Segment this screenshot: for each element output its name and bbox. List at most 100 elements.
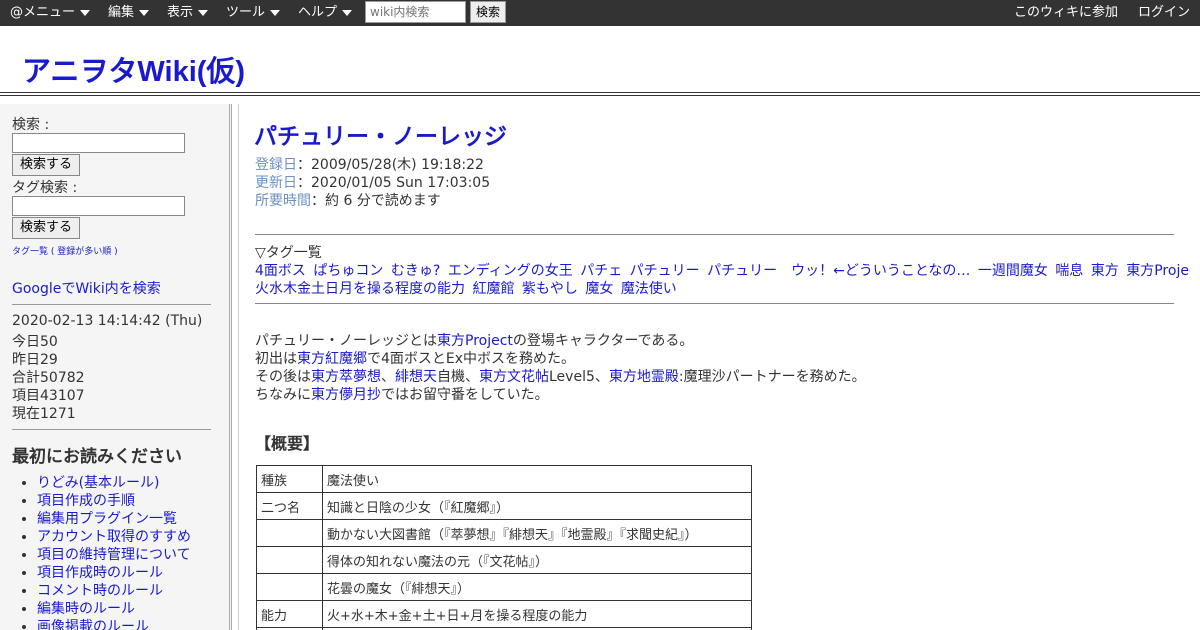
main-content: パチュリー・ノーレッジ 登録日：2009/05/28(木) 19:18:22 更… [238, 104, 1190, 630]
wiki-search-button[interactable]: 検索 [470, 1, 506, 23]
article-link[interactable]: 東方文花帖 [479, 369, 549, 385]
article-link[interactable]: 東方紅魔郷 [297, 351, 367, 367]
tag-link[interactable]: パチェ [580, 263, 622, 279]
list-item: りどみ(基本ルール) [37, 474, 191, 492]
divider [12, 429, 211, 430]
divider [12, 304, 211, 305]
tag-search-input[interactable] [12, 196, 185, 216]
article-link[interactable]: 東方地霊殿 [609, 369, 679, 385]
table-cell: 花曇の魔女（『緋想天』） [322, 573, 752, 601]
sidebar-search-input[interactable] [12, 133, 185, 153]
read-first-link[interactable]: りどみ(基本ルール) [37, 475, 160, 491]
tag-link[interactable]: 火水木金土日月を操る程度の能力 [255, 281, 465, 297]
read-first-link[interactable]: アカウント取得のすすめ [37, 529, 191, 545]
tag-link[interactable]: 喘息 [1055, 263, 1083, 279]
table-cell: 種族 [256, 465, 323, 493]
overview-heading: 【概要】 [255, 434, 320, 453]
table-cell: 知識と日陰の少女（『紅魔郷』） [322, 492, 752, 520]
top-menu-bar: @メニュー 編集 表示 ツール ヘルプ 検索 このウィキに参加 ログイン [0, 0, 1200, 26]
tag-link[interactable]: 魔法使い [621, 281, 677, 297]
tag-link[interactable]: 東方Project [1126, 263, 1190, 279]
read-first-link[interactable]: 項目作成の手順 [37, 493, 135, 509]
list-item: コメント時のルール [37, 582, 191, 600]
read-first-link[interactable]: 編集用プラグイン一覧 [37, 511, 177, 527]
chevron-down-icon [198, 9, 209, 16]
meta-value: ：2020/01/05 Sun 17:03:05 [297, 175, 491, 191]
tag-link[interactable]: 4面ボス [255, 263, 306, 279]
sidebar-search-button[interactable]: 検索する [12, 154, 80, 176]
table-row: 種族 魔法使い [256, 465, 752, 493]
stat-today: 今日50 [12, 334, 58, 350]
table-cell: 得体の知れない魔法の元（『文花帖』） [322, 546, 752, 574]
chevron-down-icon [139, 9, 150, 16]
list-item: 編集用プラグイン一覧 [37, 510, 191, 528]
intro-paragraph-1: パチュリー・ノーレッジとは東方Projectの登場キャラクターである。 [255, 333, 694, 349]
tag-link[interactable]: パチュリー [630, 263, 700, 279]
table-row: 能力 火+水+木+金+土+日+月を操る程度の能力 [256, 600, 752, 628]
login-link[interactable]: ログイン [1138, 0, 1190, 26]
tag-link[interactable]: 一週間魔女 [978, 263, 1048, 279]
read-first-link[interactable]: コメント時のルール [37, 583, 163, 599]
tag-search-button[interactable]: 検索する [12, 217, 80, 239]
tag-link[interactable]: 魔女 [585, 281, 613, 297]
tag-link[interactable]: 東方 [1091, 263, 1119, 279]
chevron-down-icon [270, 9, 281, 16]
menu-edit[interactable]: 編集 [108, 0, 150, 26]
search-label: 検索 : [12, 117, 50, 133]
article-link[interactable]: 東方萃夢想 [311, 369, 381, 385]
list-item: 項目の維持管理について [37, 546, 191, 564]
read-first-link[interactable]: 画像掲載のルール [37, 619, 149, 630]
read-first-link[interactable]: 編集時のルール [37, 601, 135, 617]
join-wiki-link[interactable]: このウィキに参加 [1014, 0, 1118, 26]
divider [255, 234, 1174, 235]
tag-link[interactable]: 紫もやし [522, 281, 578, 297]
tag-link[interactable]: 紅魔館 [472, 281, 514, 297]
meta-label: 登録日 [255, 157, 297, 173]
read-first-heading: 最初にお読みください [12, 447, 182, 467]
list-item: 編集時のルール [37, 600, 191, 618]
table-row: 動かない大図書館（『萃夢想』『緋想天』『地霊殿』『求聞史紀』） [256, 519, 752, 547]
list-item: 画像掲載のルール [37, 618, 191, 630]
tag-search-label: タグ検索 : [12, 180, 78, 196]
meta-label: 更新日 [255, 175, 297, 191]
stat-current: 現在1271 [12, 406, 76, 422]
menu-view[interactable]: 表示 [167, 0, 209, 26]
table-row: 二つ名 知識と日陰の少女（『紅魔郷』） [256, 492, 752, 520]
table-cell [256, 519, 323, 547]
stat-items: 項目43107 [12, 388, 85, 404]
table-row: 花曇の魔女（『緋想天』） [256, 573, 752, 601]
google-search-link[interactable]: GoogleでWiki内を検索 [12, 278, 161, 298]
meta-value: ：2009/05/28(木) 19:18:22 [297, 157, 484, 173]
site-header: アニヲタWiki(仮) [0, 26, 1200, 96]
page-title[interactable]: パチュリー・ノーレッジ [254, 117, 507, 151]
chevron-down-icon [342, 9, 353, 16]
sidebar: 検索 : 検索する タグ検索 : 検索する タグ一覧 ( 登録が多い順 ) Go… [0, 104, 232, 630]
stat-yesterday: 昨日29 [12, 352, 58, 368]
tag-list-link[interactable]: タグ一覧 ( 登録が多い順 ) [12, 244, 118, 257]
table-cell: 魔法使い [322, 465, 752, 493]
article-link[interactable]: 緋想天 [395, 369, 437, 385]
article-link[interactable]: 東方Project [437, 333, 513, 349]
article-link[interactable]: 東方儚月抄 [311, 387, 381, 403]
read-first-link[interactable]: 項目作成時のルール [37, 565, 163, 581]
tag-link[interactable]: エンディングの女王 [448, 263, 573, 279]
site-title[interactable]: アニヲタWiki(仮) [22, 48, 245, 90]
menu-help[interactable]: ヘルプ [298, 0, 353, 26]
read-first-link[interactable]: 項目の維持管理について [37, 547, 191, 563]
table-cell: 能力 [256, 600, 323, 628]
list-item: 項目作成の手順 [37, 492, 191, 510]
tag-link[interactable]: ぱちゅコン [313, 263, 383, 279]
menu-atmenu[interactable]: @メニュー [10, 0, 91, 26]
meta-registered: 登録日：2009/05/28(木) 19:18:22 [255, 154, 484, 174]
meta-value: ：約 6 分で読めます [311, 193, 441, 209]
stat-total: 合計50782 [12, 370, 85, 386]
table-cell: 二つ名 [256, 492, 323, 520]
table-cell [256, 546, 323, 574]
menu-tools[interactable]: ツール [226, 0, 281, 26]
table-cell [256, 573, 323, 601]
tag-list-heading[interactable]: ▽タグ一覧 [255, 242, 322, 262]
tag-link[interactable]: むきゅ? [391, 263, 440, 279]
tag-link[interactable]: パチュリー ウッ！←どういうことなの… [707, 263, 970, 279]
intro-paragraph-2: 初出は東方紅魔郷で4面ボスとEx中ボスを務めた。 [255, 351, 576, 367]
wiki-search-input[interactable] [365, 1, 466, 23]
